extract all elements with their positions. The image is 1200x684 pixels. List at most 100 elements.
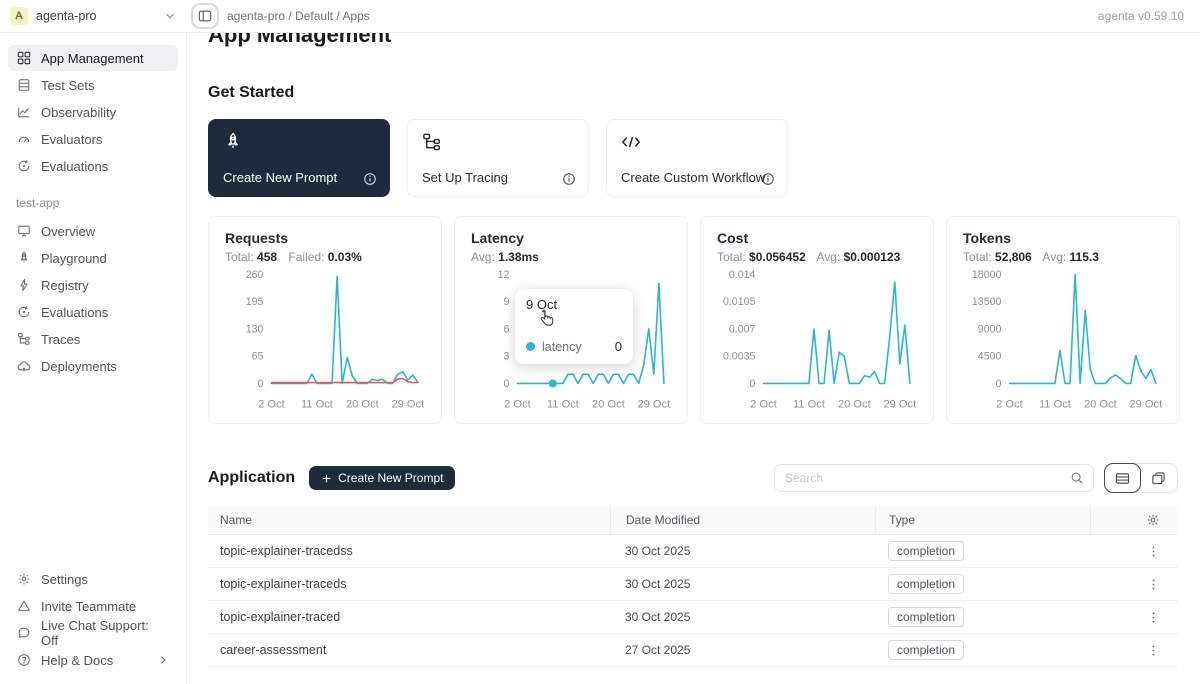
chart-stats: Avg: 1.38ms <box>471 250 671 264</box>
info-icon[interactable] <box>562 172 576 186</box>
metrics-cards: Requests Total: 458 Failed: 0.03% 065130… <box>208 216 1178 424</box>
svg-text:0: 0 <box>995 378 1001 390</box>
sidebar-item-test-sets[interactable]: Test Sets <box>8 72 178 98</box>
latency-chart-card: Latency Avg: 1.38ms 0369122 Oct11 Oct20 … <box>454 216 688 424</box>
svg-text:11 Oct: 11 Oct <box>301 399 333 411</box>
svg-text:18000: 18000 <box>972 269 1002 281</box>
card-label: Set Up Tracing <box>422 170 508 185</box>
button-label: Create New Prompt <box>338 471 443 485</box>
svg-text:20 Oct: 20 Oct <box>1084 399 1117 411</box>
row-menu-kebab-icon[interactable] <box>1147 545 1160 558</box>
row-menu-kebab-icon[interactable] <box>1147 644 1160 657</box>
table-row[interactable]: topic-explainer-traced 30 Oct 2025 compl… <box>208 601 1178 634</box>
sidebar-item-playground[interactable]: Playground <box>8 245 178 271</box>
create-new-prompt-card[interactable]: Create New Prompt <box>208 119 390 197</box>
row-menu-kebab-icon[interactable] <box>1147 578 1160 591</box>
sidebar-item-label: Evaluators <box>41 132 102 147</box>
sidebar-item-label: Registry <box>41 278 89 293</box>
sidebar-item-registry[interactable]: Registry <box>8 272 178 298</box>
sidebar-item-invite-teammate[interactable]: Invite Teammate <box>8 593 178 619</box>
monitor-icon <box>17 224 31 238</box>
create-custom-workflow-card[interactable]: Create Custom Workflow <box>606 119 788 197</box>
card-view-button[interactable] <box>1140 464 1177 492</box>
gear-icon <box>17 572 31 586</box>
cost-chart-card: Cost Total: $0.056452 Avg: $0.000123 00.… <box>700 216 934 424</box>
svg-text:260: 260 <box>246 269 264 281</box>
set-up-tracing-card[interactable]: Set Up Tracing <box>407 119 589 197</box>
column-header-type[interactable]: Type <box>875 506 1090 534</box>
loop-icon <box>17 159 31 173</box>
svg-text:9: 9 <box>503 296 509 308</box>
tokens-chart-card: Tokens Total: 52,806 Avg: 115.3 04500900… <box>946 216 1180 424</box>
sidebar-item-evaluators[interactable]: Evaluators <box>8 126 178 152</box>
svg-text:3: 3 <box>503 351 509 363</box>
column-header-date-modified[interactable]: Date Modified <box>610 506 875 534</box>
chart-tooltip: 9 Oct latency 0 <box>515 289 633 364</box>
create-new-prompt-button[interactable]: Create New Prompt <box>309 466 455 490</box>
row-menu-kebab-icon[interactable] <box>1147 611 1160 624</box>
cost-line-chart[interactable]: 00.00350.0070.01050.0142 Oct11 Oct20 Oct… <box>717 266 919 416</box>
app-date-modified: 30 Oct 2025 <box>610 544 875 558</box>
chart-stats: Total: 458 Failed: 0.03% <box>225 250 425 264</box>
app-version: agenta v0.59.10 <box>1098 9 1200 23</box>
search-input[interactable] <box>785 471 1070 485</box>
app-date-modified: 27 Oct 2025 <box>610 643 875 657</box>
sidebar-item-observability[interactable]: Observability <box>8 99 178 125</box>
rocket-icon <box>17 251 31 265</box>
app-name: career-assessment <box>208 643 610 657</box>
workspace-selector[interactable]: A agenta-pro <box>0 7 187 25</box>
app-name: topic-explainer-traceds <box>208 577 610 591</box>
sidebar-item-settings[interactable]: Settings <box>8 566 178 592</box>
sidebar-item-app-evaluations[interactable]: Evaluations <box>8 299 178 325</box>
info-icon[interactable] <box>761 172 775 186</box>
sidebar-item-deployments[interactable]: Deployments <box>8 353 178 379</box>
card-label: Create New Prompt <box>223 170 337 185</box>
sidebar-toggle-button[interactable] <box>191 3 219 29</box>
table-header: Name Date Modified Type <box>208 506 1178 535</box>
loop-icon <box>17 305 31 319</box>
search-box <box>774 464 1094 492</box>
chart-title: Tokens <box>963 230 1163 246</box>
search-icon[interactable] <box>1070 471 1084 485</box>
get-started-cards: Create New Prompt Set Up Tracing Create … <box>208 119 1178 197</box>
table-settings-gear-icon[interactable] <box>1146 513 1160 527</box>
table-row[interactable]: career-assessment 27 Oct 2025 completion <box>208 634 1178 667</box>
chart-title: Cost <box>717 230 917 246</box>
sidebar-item-help-docs[interactable]: Help & Docs <box>8 647 178 673</box>
sidebar-item-label: Evaluations <box>41 305 108 320</box>
svg-text:2 Oct: 2 Oct <box>750 399 777 411</box>
svg-text:2 Oct: 2 Oct <box>258 399 285 411</box>
chat-bubble-icon <box>17 626 31 640</box>
code-icon <box>621 132 773 152</box>
tokens-line-chart[interactable]: 04500900013500180002 Oct11 Oct20 Oct29 O… <box>963 266 1165 416</box>
type-badge: completion <box>888 574 964 594</box>
sidebar-item-evaluations[interactable]: Evaluations <box>8 153 178 179</box>
chart-stats: Total: $0.056452 Avg: $0.000123 <box>717 250 917 264</box>
sidebar-item-label: Traces <box>41 332 80 347</box>
get-started-title: Get Started <box>208 84 1178 102</box>
sidebar-item-traces[interactable]: Traces <box>8 326 178 352</box>
svg-text:130: 130 <box>246 323 264 335</box>
breadcrumb[interactable]: agenta-pro / Default / Apps <box>227 9 370 23</box>
sidebar-item-label: Settings <box>41 572 88 587</box>
sidebar-item-live-chat-support[interactable]: Live Chat Support: Off <box>8 620 178 646</box>
sidebar-item-label: Help & Docs <box>41 653 113 668</box>
info-icon[interactable] <box>363 172 377 186</box>
svg-text:0.0035: 0.0035 <box>723 351 756 363</box>
applications-table: Name Date Modified Type topic-explainer-… <box>208 506 1178 667</box>
table-view-button[interactable] <box>1104 463 1141 493</box>
sidebar-item-app-management[interactable]: App Management <box>8 45 178 71</box>
tree-icon <box>17 332 31 346</box>
sidebar-item-overview[interactable]: Overview <box>8 218 178 244</box>
table-row[interactable]: topic-explainer-tracedss 30 Oct 2025 com… <box>208 535 1178 568</box>
table-row[interactable]: topic-explainer-traceds 30 Oct 2025 comp… <box>208 568 1178 601</box>
column-header-name[interactable]: Name <box>208 506 610 534</box>
panel-toggle-icon <box>198 9 212 23</box>
svg-text:2 Oct: 2 Oct <box>504 399 531 411</box>
series-dot <box>526 342 535 351</box>
sidebar-section-label: test-app <box>16 196 170 210</box>
svg-text:65: 65 <box>252 351 264 363</box>
sidebar-item-label: Playground <box>41 251 107 266</box>
sidebar-item-label: Deployments <box>41 359 117 374</box>
requests-line-chart[interactable]: 0651301952602 Oct11 Oct20 Oct29 Oct <box>225 266 427 416</box>
